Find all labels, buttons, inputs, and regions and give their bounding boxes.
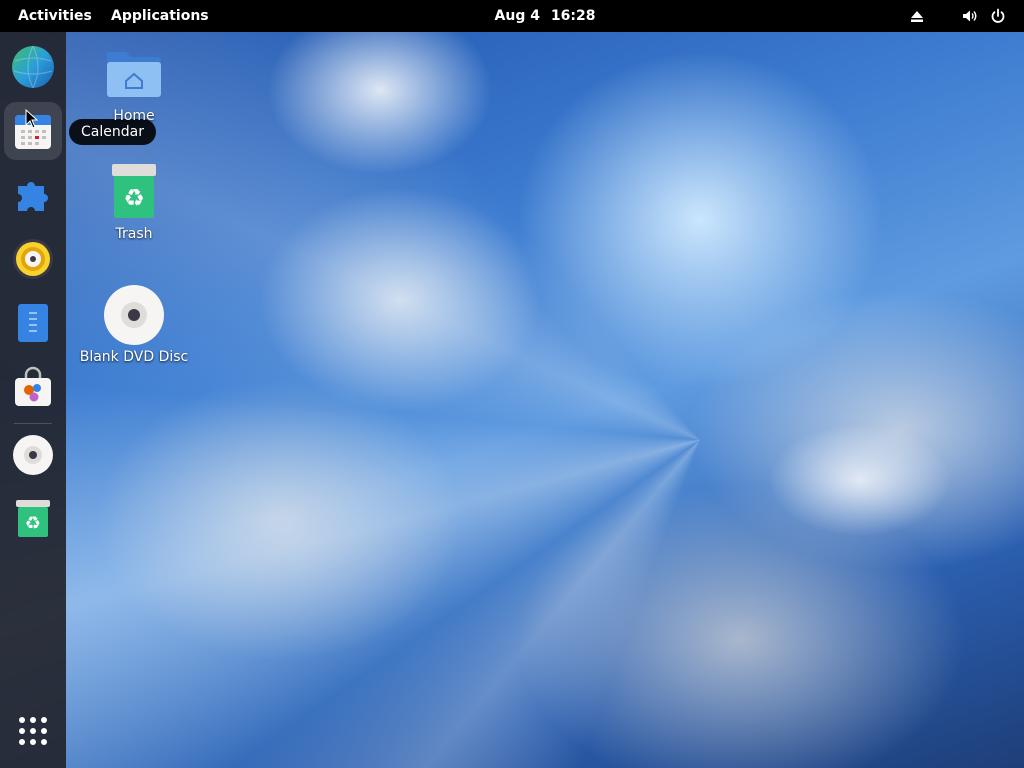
dock-item-disc[interactable] <box>4 426 62 484</box>
desktop-icon-label: Trash <box>115 226 153 242</box>
document-icon <box>18 304 48 342</box>
puzzle-icon <box>18 182 48 211</box>
volume-icon[interactable] <box>962 8 978 24</box>
dvd-disc-icon <box>104 285 164 345</box>
mouse-cursor-icon <box>25 109 39 129</box>
clock[interactable]: Aug 4 16:28 <box>0 0 1024 32</box>
desktop-icon-blank-dvd[interactable]: Blank DVD Disc <box>74 283 194 365</box>
desktop-icon-trash[interactable]: ♻ Trash <box>74 160 194 242</box>
dock-item-rhythmbox[interactable] <box>4 230 62 288</box>
disc-icon <box>13 435 53 475</box>
desktop-icon-label: Blank DVD Disc <box>79 349 189 365</box>
trash-icon: ♻ <box>112 164 156 218</box>
dock-item-trash[interactable]: ♻ <box>4 490 62 548</box>
desktop-icon-home[interactable]: Home <box>74 42 194 124</box>
svg-text:♻: ♻ <box>123 184 145 212</box>
dock-item-text-editor[interactable] <box>4 294 62 352</box>
dock-separator <box>14 423 52 424</box>
svg-text:♻: ♻ <box>25 513 41 534</box>
clock-date: Aug 4 <box>494 8 540 24</box>
app-grid-icon <box>19 717 47 745</box>
dock-item-extensions[interactable] <box>4 166 62 224</box>
clock-time: 16:28 <box>550 8 596 24</box>
dock: ♻ <box>0 32 66 768</box>
eject-icon[interactable] <box>909 8 925 24</box>
desktop-icon-label: Home <box>113 108 155 124</box>
folder-home-icon <box>106 52 161 97</box>
top-bar: Activities Applications Aug 4 16:28 <box>0 0 1024 32</box>
trash-icon: ♻ <box>16 500 50 537</box>
speaker-icon <box>13 239 53 279</box>
dock-item-software[interactable] <box>4 358 62 416</box>
globe-icon <box>12 45 54 89</box>
shopping-bag-icon <box>15 366 51 406</box>
dock-item-web-browser[interactable] <box>4 38 62 96</box>
power-icon[interactable] <box>990 8 1006 24</box>
dock-item-show-applications[interactable] <box>4 702 62 760</box>
